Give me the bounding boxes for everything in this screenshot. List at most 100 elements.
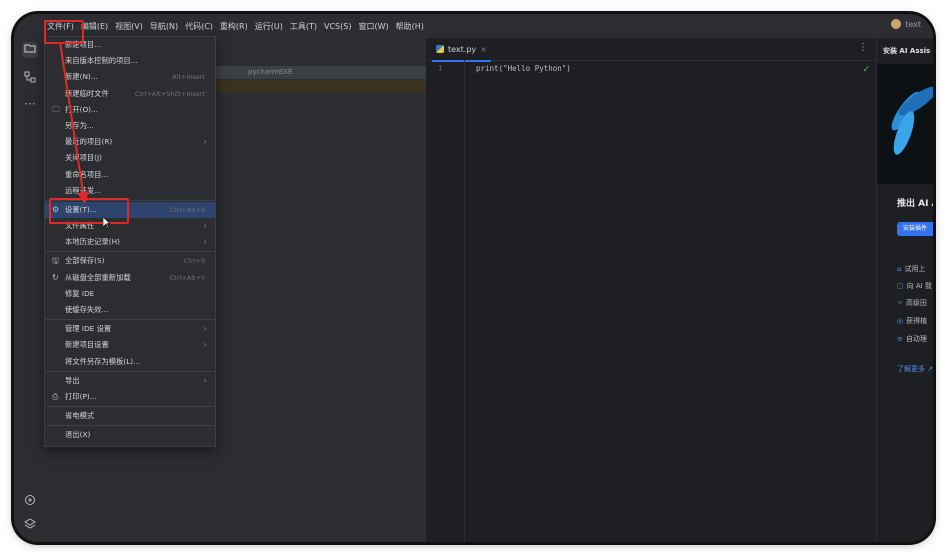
ai-panel-title: 安装 AI Assis [883, 47, 931, 55]
learn-more-link[interactable]: 了解更多 ↗ [897, 364, 933, 374]
mouse-cursor-icon [103, 217, 111, 229]
python-console-icon[interactable] [22, 494, 38, 510]
file-menu-item[interactable]: 新建项目设置 › [45, 337, 215, 353]
file-menu-item[interactable]: ⎙ 打印(P)... [45, 389, 215, 405]
feature-text: 自动理 [905, 335, 927, 343]
ai-feature-item: ⌂ 试用上 [897, 264, 925, 274]
ai-feature-item: ✧ 高级田 [897, 298, 927, 308]
menu-item-label: 另存为... [65, 120, 94, 130]
menu-item-label: 将文件另存为模板(L)... [65, 356, 141, 366]
menu-item-label: 修复 IDE [65, 288, 95, 298]
file-menu-item[interactable]: 最近的项目(R) › [45, 134, 215, 150]
annotation-box-file-menu [44, 20, 84, 44]
structure-icon[interactable] [22, 71, 38, 87]
menu-item-label: 从磁盘全部重新加载 [65, 272, 131, 282]
file-menu-item[interactable]: 来自版本控制的项目... [45, 53, 215, 69]
ai-feature-item: ≡ 自动理 [897, 334, 927, 344]
menu-item-shortcut: Ctrl+Alt+Shift+Insert [134, 89, 205, 98]
check-icon: ✓ [862, 65, 870, 75]
file-menu-item[interactable]: ↻ 从磁盘全部重新加载 Ctrl+Alt+Y [45, 270, 215, 286]
menu-item-label: 使缓存失效... [65, 305, 109, 314]
close-icon[interactable]: × [480, 45, 487, 54]
file-menu-item[interactable]: 新建临时文件 Ctrl+Alt+Shift+Insert [45, 86, 215, 102]
file-menu-item[interactable]: 远程开发... [45, 183, 215, 199]
feature-icon: ✧ [897, 299, 903, 307]
editor-area: text.py × ⋮ 1 print("Hello Python") ✓ [426, 38, 876, 542]
file-menu-item[interactable]: 导出 › [45, 373, 215, 389]
file-menu-item[interactable]: 使缓存失效... [45, 302, 215, 318]
project-row[interactable]: pycharmEXE [206, 66, 448, 79]
tab-text-py[interactable]: text.py × [432, 38, 491, 62]
menu-item-shortcut: Ctrl+Alt+Y [169, 273, 205, 282]
line-gutter: 1 [426, 60, 465, 542]
more-icon[interactable]: ⋯ [22, 96, 38, 112]
menu-item-label: 本地历史记录(H) [65, 237, 120, 247]
chevron-right-icon: › [203, 221, 207, 231]
account-area[interactable]: text [891, 19, 921, 29]
file-menu-item[interactable]: 退出(X) [45, 427, 215, 443]
menu-item-label: 最近的项目(R) [65, 137, 113, 147]
file-menu-item[interactable]: 🗀 打开(O)... [45, 102, 215, 118]
menu-separator [45, 406, 215, 408]
menu-item-label: 打印(P)... [65, 391, 97, 401]
tab-label: text.py [448, 44, 477, 54]
menu-item-shortcut: Ctrl+Alt+S [169, 205, 205, 214]
account-name: text [905, 19, 921, 29]
chevron-right-icon: › [203, 324, 207, 334]
feature-text: 试用上 [904, 265, 926, 273]
ai-feature-item: ◎ 获得植 [897, 316, 927, 326]
file-menu-item[interactable]: 省电模式 [45, 408, 215, 424]
avatar [891, 19, 902, 29]
kebab-menu-icon[interactable]: ⋮ [858, 42, 868, 53]
ai-assistant-panel: 安装 AI Assis 推出 AI A 安装插件 ⌂试用上 ▢向 AI 我 ✧高级田… [876, 38, 933, 542]
layers-icon[interactable] [22, 518, 38, 534]
menu-7[interactable]: 工具(T) [287, 21, 320, 32]
menu-bar: 文件(F) 编辑(E) 视图(V) 导航(N) 代码(C) 重构(R) 运行(U) 工具(T)… [14, 14, 933, 38]
menu-item-label: 重命名项目... [65, 169, 109, 179]
menu-10[interactable]: 帮助(H) [393, 21, 427, 32]
menu-3[interactable]: 导航(N) [147, 21, 181, 32]
menu-item-label: 打开(O)... [65, 104, 98, 114]
file-menu-item[interactable]: 🖫 全部保存(S) Ctrl+S [45, 253, 215, 269]
feature-text: 高级田 [905, 299, 927, 307]
feature-icon: ⌂ [897, 265, 902, 273]
menu-item-label: 全部保存(S) [65, 256, 105, 266]
chevron-right-icon: › [203, 237, 207, 247]
file-menu-item[interactable]: 修复 IDE [45, 286, 215, 302]
menu-4[interactable]: 代码(C) [182, 21, 216, 32]
file-menu-dropdown: 新建项目... 来自版本控制的项目... 新建(N)... Alt+Insert 新建临… [44, 36, 216, 447]
ai-feature-item: ▢ 向 AI 我 [897, 281, 932, 291]
menu-item-icon: 🖫 [52, 256, 59, 266]
menu-item-label: 省电模式 [65, 411, 95, 421]
install-plugin-button[interactable]: 安装插件 [897, 222, 933, 236]
menu-separator [45, 319, 215, 321]
menu-5[interactable]: 重构(R) [217, 21, 251, 32]
file-menu-item[interactable]: 新建(N)... Alt+Insert [45, 69, 215, 85]
file-menu-item[interactable]: 将文件另存为模板(L)... [45, 354, 215, 370]
menu-8[interactable]: VCS(S) [321, 22, 354, 31]
menu-item-label: 新建临时文件 [65, 88, 109, 98]
menu-6[interactable]: 运行(U) [252, 21, 286, 32]
file-menu-item[interactable]: 另存为... [45, 118, 215, 134]
menu-separator [45, 425, 215, 427]
menu-item-label: 关闭项目(J) [65, 153, 103, 163]
feature-text: 获得植 [906, 317, 928, 325]
menu-item-label: 远程开发... [65, 185, 102, 195]
line-number: 1 [438, 64, 443, 72]
folder-icon[interactable] [22, 42, 38, 58]
file-menu-item[interactable]: 关闭项目(J) [45, 150, 215, 166]
file-menu-item[interactable]: 重命名项目... [45, 167, 215, 183]
annotation-box-settings [49, 198, 129, 224]
file-menu-item[interactable]: 管理 IDE 设置 › [45, 321, 215, 337]
menu-9[interactable]: 窗口(W) [355, 21, 391, 32]
project-row-selected[interactable] [206, 80, 453, 93]
chevron-right-icon: › [203, 340, 207, 350]
ide-window: 文件(F) 编辑(E) 视图(V) 导航(N) 代码(C) 重构(R) 运行(U) 工具(T)… [14, 14, 933, 542]
file-menu-item[interactable]: 本地历史记录(H) › [45, 234, 215, 250]
menu-item-icon: 🗀 [52, 104, 60, 114]
menu-item-label: 新建(N)... [65, 72, 98, 82]
menu-2[interactable]: 视图(V) [112, 21, 146, 32]
feature-icon: ≡ [897, 335, 903, 343]
code-line[interactable]: print("Hello Python") [476, 64, 571, 73]
feature-icon: ▢ [897, 282, 904, 290]
